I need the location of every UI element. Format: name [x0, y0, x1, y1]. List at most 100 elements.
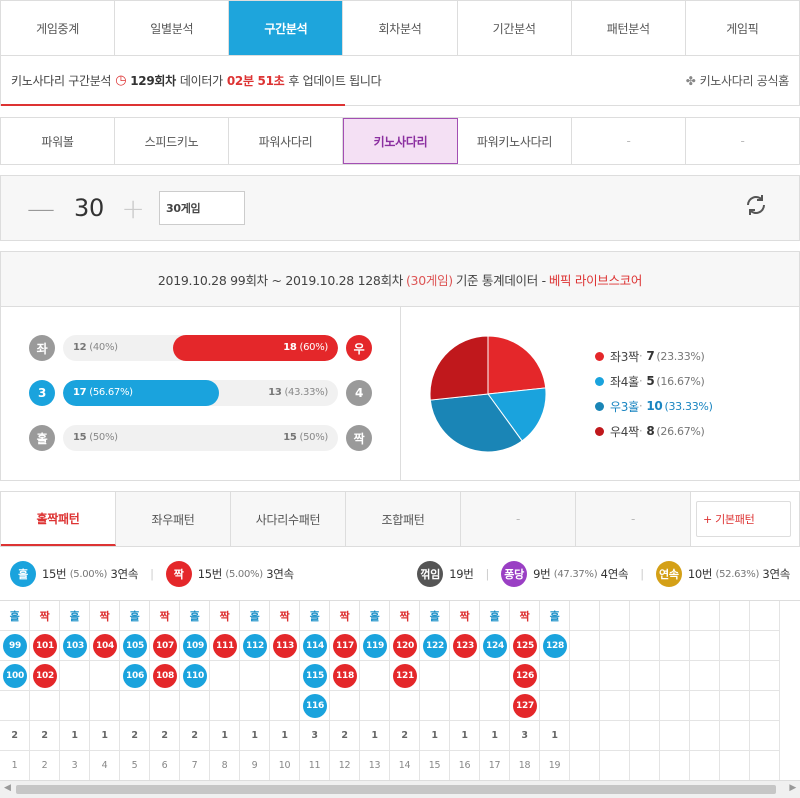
- pattern-cell: [420, 661, 450, 691]
- game-tab-5[interactable]: 파워키노사다리: [458, 118, 572, 164]
- round-ball[interactable]: 119: [363, 634, 387, 658]
- round-ball[interactable]: 99: [3, 634, 27, 658]
- pattern-column: 홀 103 1 3: [60, 601, 90, 781]
- pattern-tab-5[interactable]: -: [461, 492, 576, 546]
- round-ball[interactable]: 111: [213, 634, 237, 658]
- pattern-col-index: [750, 751, 780, 781]
- pattern-cell: [210, 661, 240, 691]
- round-ball[interactable]: 107: [153, 634, 177, 658]
- round-ball[interactable]: 104: [93, 634, 117, 658]
- pattern-cell: [480, 691, 510, 721]
- info-mid: 데이터가: [179, 74, 223, 88]
- scrollbar-thumb[interactable]: [16, 785, 776, 794]
- legend-pct: (26.67%): [656, 424, 705, 438]
- round-ball[interactable]: 112: [243, 634, 267, 658]
- pattern-summary-right: 꺾임 19번 | 퐁당 9번 (47.37%) 4연속 | 연속 10번 (52…: [417, 561, 790, 587]
- pattern-col-header: 짝: [330, 601, 360, 631]
- round-ball[interactable]: 106: [123, 664, 147, 688]
- top-tab-6[interactable]: 패턴분석: [572, 1, 686, 55]
- round-ball[interactable]: 122: [423, 634, 447, 658]
- pattern-col-header: 홀: [300, 601, 330, 631]
- pattern-tab-3[interactable]: 사다리수패턴: [231, 492, 346, 546]
- round-ball[interactable]: 105: [123, 634, 147, 658]
- ratio-bars: 좌 12 (40%) 18 (60%) 우 3 17 (56.67%) 13 (43.33%…: [1, 307, 401, 480]
- pattern-col-header: 홀: [180, 601, 210, 631]
- top-tab-4[interactable]: 회차분석: [343, 1, 458, 55]
- pattern-col-index: 7: [180, 751, 210, 781]
- decrement-button[interactable]: —: [27, 192, 55, 225]
- pattern-col-header: 짝: [30, 601, 60, 631]
- round-ball[interactable]: 126: [513, 664, 537, 688]
- game-tab-2[interactable]: 스피드키노: [115, 118, 229, 164]
- horizontal-scrollbar[interactable]: ◀ ▶: [0, 780, 800, 798]
- game-tab-7[interactable]: -: [686, 118, 799, 164]
- round-ball[interactable]: 114: [303, 634, 327, 658]
- legend-separator: ·: [638, 349, 643, 363]
- pattern-column: [660, 601, 690, 781]
- pattern-col-count: 2: [30, 721, 60, 751]
- round-ball[interactable]: 109: [183, 634, 207, 658]
- game-count-select[interactable]: 30게임: [159, 191, 245, 225]
- game-tab-1[interactable]: 파워볼: [1, 118, 115, 164]
- pattern-col-header: 짝: [390, 601, 420, 631]
- pattern-cell: [720, 631, 750, 661]
- cont-pct: (52.63%): [715, 568, 760, 580]
- top-tab-3[interactable]: 구간분석: [229, 1, 344, 55]
- ratio-bar: 17 (56.67%) 13 (43.33%): [63, 380, 338, 406]
- top-tab-5[interactable]: 기간분석: [458, 1, 572, 55]
- pattern-col-header: [750, 601, 780, 631]
- ratio-bar: 12 (40%) 18 (60%): [63, 335, 338, 361]
- pattern-tab-6[interactable]: -: [576, 492, 691, 546]
- legend-separator: ·: [638, 399, 643, 413]
- legend-pct: (16.67%): [656, 374, 705, 388]
- round-ball[interactable]: 128: [543, 634, 567, 658]
- scroll-right-icon[interactable]: ▶: [789, 783, 796, 793]
- round-ball[interactable]: 124: [483, 634, 507, 658]
- ratio-right-pct: (43.33%): [284, 387, 328, 398]
- pattern-col-header: 홀: [360, 601, 390, 631]
- game-tab-4[interactable]: 키노사다리: [343, 118, 458, 164]
- pattern-cell: [450, 691, 480, 721]
- pattern-col-index: 8: [210, 751, 240, 781]
- pattern-tab-2[interactable]: 좌우패턴: [116, 492, 231, 546]
- pattern-tab-1[interactable]: 홀짝패턴: [1, 492, 116, 546]
- round-ball[interactable]: 113: [273, 634, 297, 658]
- game-tab-6[interactable]: -: [572, 118, 686, 164]
- pattern-tab-4[interactable]: 조합패턴: [346, 492, 461, 546]
- legend-pct: (33.33%): [664, 399, 713, 413]
- ratio-right-circle: 4: [346, 380, 372, 406]
- round-ball[interactable]: 101: [33, 634, 57, 658]
- round-ball[interactable]: 121: [393, 664, 417, 688]
- round-ball[interactable]: 127: [513, 694, 537, 718]
- round-ball[interactable]: 125: [513, 634, 537, 658]
- round-ball[interactable]: 120: [393, 634, 417, 658]
- round-ball[interactable]: 102: [33, 664, 57, 688]
- top-tab-2[interactable]: 일별분석: [115, 1, 230, 55]
- top-tab-7[interactable]: 게임픽: [686, 1, 799, 55]
- round-ball[interactable]: 115: [303, 664, 327, 688]
- increment-button[interactable]: +: [121, 192, 145, 225]
- game-tab-3[interactable]: 파워사다리: [229, 118, 343, 164]
- pattern-cell: [270, 661, 300, 691]
- refresh-icon[interactable]: [743, 192, 769, 225]
- official-home-link[interactable]: ✤ 키노사다리 공식홈: [686, 72, 790, 89]
- pattern-cell: [360, 691, 390, 721]
- pattern-col-index: 4: [90, 751, 120, 781]
- round-ball[interactable]: 117: [333, 634, 357, 658]
- top-tab-1[interactable]: 게임중계: [1, 1, 116, 55]
- pattern-col-index: 3: [60, 751, 90, 781]
- pattern-column: 짝 113 1 10: [270, 601, 300, 781]
- round-ball[interactable]: 103: [63, 634, 87, 658]
- pattern-col-header: 짝: [210, 601, 240, 631]
- round-ball[interactable]: 108: [153, 664, 177, 688]
- round-ball[interactable]: 116: [303, 694, 327, 718]
- round-ball[interactable]: 118: [333, 664, 357, 688]
- round-ball[interactable]: 110: [183, 664, 207, 688]
- odd-pct: (5.00%): [69, 568, 108, 580]
- round-ball[interactable]: 100: [3, 664, 27, 688]
- scroll-left-icon[interactable]: ◀: [4, 783, 11, 793]
- basic-pattern-button[interactable]: + 기본패턴: [696, 501, 791, 537]
- pattern-col-index: 19: [540, 751, 570, 781]
- round-ball[interactable]: 123: [453, 634, 477, 658]
- pattern-column: 홀 128 1 19: [540, 601, 570, 781]
